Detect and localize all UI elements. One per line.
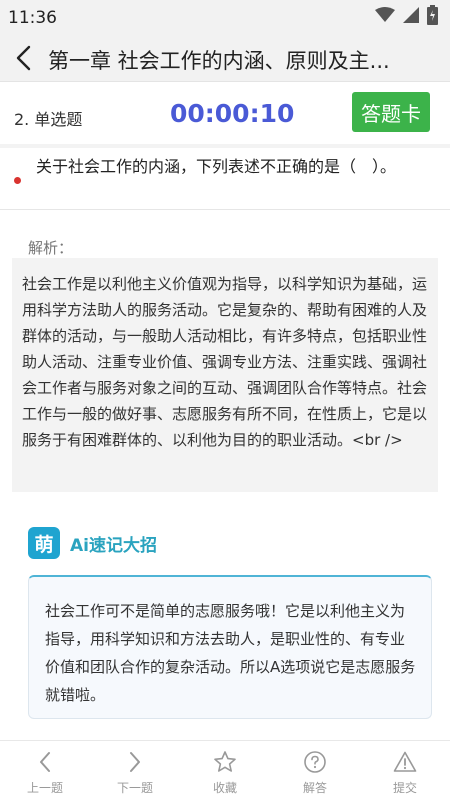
status-time: 11:36 (8, 8, 57, 28)
timer: 00:00:10 (170, 99, 295, 128)
question-circle-icon (302, 749, 328, 775)
tab-label: 下一题 (116, 781, 153, 795)
answer-button[interactable]: 解答 (270, 741, 360, 800)
status-icons (375, 4, 438, 30)
back-button[interactable] (8, 44, 38, 76)
page-title: 第一章 社会工作的内涵、原则及主... (48, 49, 390, 73)
question-marker (14, 177, 21, 184)
question-text: 关于社会工作的内涵，下列表述不正确的是（ ）。 (36, 157, 397, 176)
signal-icon (403, 7, 419, 27)
prev-question-button[interactable]: 上一题 (0, 741, 90, 800)
ai-tip-box: 社会工作可不是简单的志愿服务哦！它是以利他主义为指导，用科学知识和方法去助人，是… (28, 575, 432, 719)
tab-label: 上一题 (26, 781, 63, 795)
favorite-button[interactable]: 收藏 (180, 741, 270, 800)
tab-label: 解答 (302, 781, 327, 795)
chevron-left-icon (32, 749, 58, 775)
chevron-right-icon (122, 749, 148, 775)
ai-header: 萌 Ai速记大招 (28, 526, 157, 560)
question-header: 2. 单选题 00:00:10 答题卡 (0, 84, 450, 142)
tab-label: 收藏 (212, 781, 237, 795)
bottom-bar: 上一题 下一题 收藏 解答 提交 (0, 740, 450, 800)
tab-label: 提交 (392, 781, 417, 795)
nav-bar: 第一章 社会工作的内涵、原则及主... (0, 36, 450, 82)
ai-title: Ai速记大招 (70, 535, 157, 556)
analysis-box: 社会工作是以利他主义价值观为指导，以科学知识为基础，运用科学方法助人的服务活动。… (12, 258, 438, 492)
submit-button[interactable]: 提交 (360, 741, 450, 800)
star-icon (212, 749, 238, 775)
question-type: 2. 单选题 (14, 110, 83, 129)
answer-card-button[interactable]: 答题卡 (352, 92, 430, 132)
analysis-label: 解析： (28, 239, 74, 257)
ai-tip-text: 社会工作可不是简单的志愿服务哦！它是以利他主义为指导，用科学知识和方法去助人，是… (45, 602, 416, 704)
analysis-text: 社会工作是以利他主义价值观为指导，以科学知识为基础，运用科学方法助人的服务活动。… (22, 275, 428, 449)
chevron-left-icon (14, 45, 32, 75)
ai-badge-icon: 萌 (28, 527, 60, 559)
status-bar: 11:36 (0, 0, 450, 36)
next-question-button[interactable]: 下一题 (90, 741, 180, 800)
battery-icon (427, 5, 438, 29)
wifi-icon (375, 7, 395, 27)
warning-icon (392, 749, 418, 775)
question: 关于社会工作的内涵，下列表述不正确的是（ ）。 (0, 148, 450, 210)
